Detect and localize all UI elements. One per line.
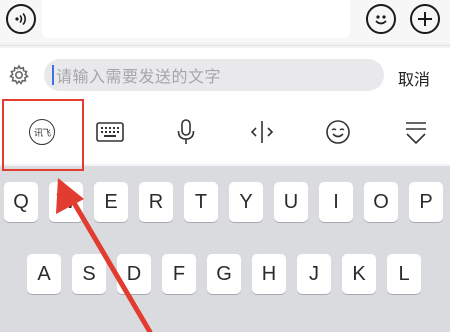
annotation-arrow <box>56 178 153 332</box>
